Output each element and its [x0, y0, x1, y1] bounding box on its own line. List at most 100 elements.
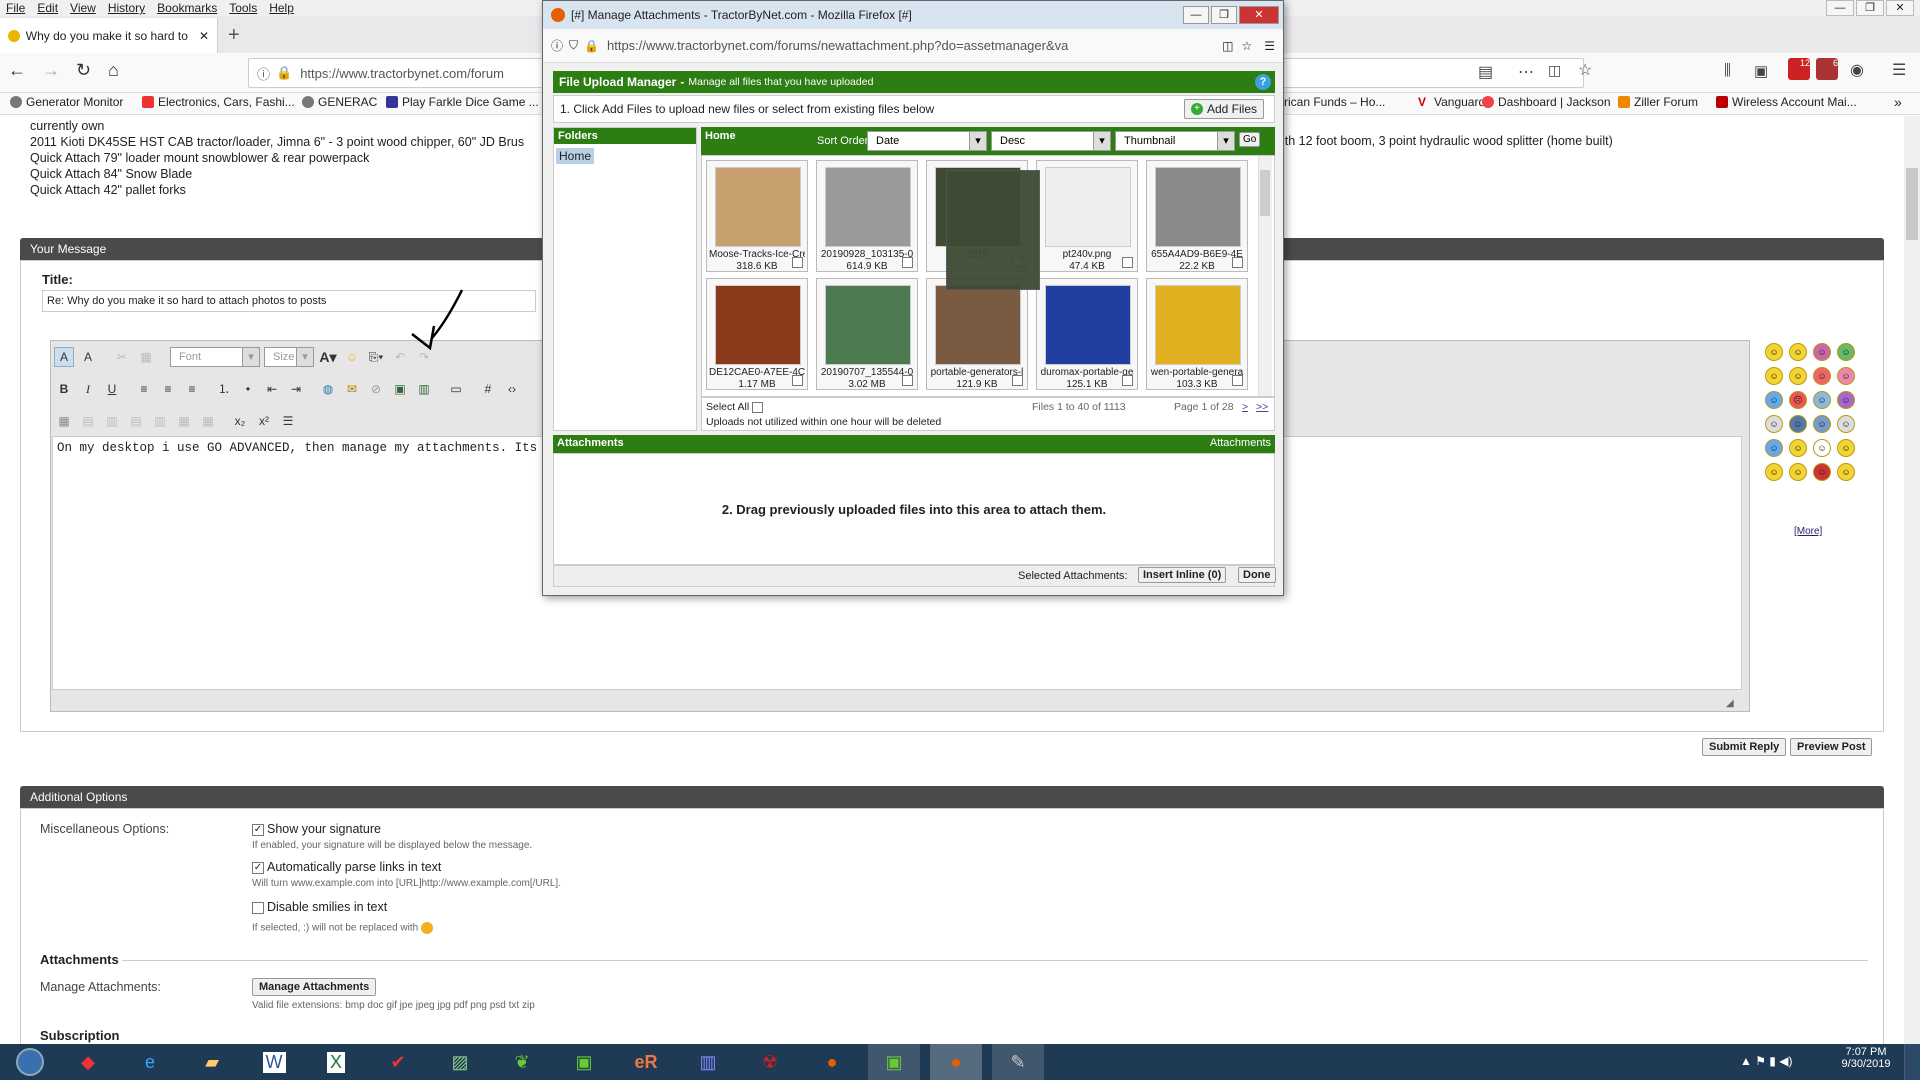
parse-links-checkbox[interactable]: ✓: [252, 861, 264, 874]
video-icon[interactable]: ▥: [414, 379, 434, 399]
sort-direction-select[interactable]: Desc: [991, 131, 1111, 151]
ordered-list-icon[interactable]: ⒈: [214, 379, 234, 399]
smiley-icon[interactable]: ☺: [1837, 439, 1855, 457]
bookmark-generator-monitor[interactable]: Generator Monitor: [10, 95, 123, 109]
more-smilies-link[interactable]: [More]: [1794, 526, 1822, 537]
app-green-icon[interactable]: ▣: [558, 1044, 610, 1080]
pocket-icon[interactable]: ◫: [1548, 62, 1561, 79]
table-del-row-icon[interactable]: ▤: [126, 411, 146, 431]
forward-icon[interactable]: →: [42, 60, 60, 81]
file-thumb[interactable]: pt240v.png 47.4 KB: [1036, 160, 1138, 272]
pizza-app-icon[interactable]: ◆: [62, 1044, 114, 1080]
bookmark-wireless[interactable]: Wireless Account Mai...: [1716, 95, 1857, 109]
firefox-active-taskbar-icon[interactable]: ●: [930, 1044, 982, 1080]
smiley-icon[interactable]: ☺: [1789, 415, 1807, 433]
bookmark-vanguard[interactable]: V Vanguard: [1418, 95, 1485, 109]
bookmark-farkle[interactable]: Play Farkle Dice Game ...: [386, 95, 539, 109]
help-icon[interactable]: ?: [1255, 74, 1271, 90]
insert-inline-button[interactable]: Insert Inline (0): [1138, 567, 1227, 583]
file-thumb[interactable]: portable-generators-l 121.9 KB: [926, 278, 1028, 390]
smiley-icon[interactable]: ☺: [1789, 463, 1807, 481]
menu-view[interactable]: View: [64, 0, 102, 15]
excel-icon[interactable]: X: [310, 1044, 362, 1080]
parse-links-option[interactable]: ✓ Automatically parse links in text: [252, 860, 441, 874]
popup-close-button[interactable]: ✕: [1239, 6, 1279, 24]
smiley-icon[interactable]: ☺: [1813, 415, 1831, 433]
minimize-button[interactable]: —: [1826, 0, 1854, 16]
app-check-icon[interactable]: ✔: [372, 1044, 424, 1080]
file-thumb[interactable]: 20190928_103135-0 614.9 KB: [816, 160, 918, 272]
go-button[interactable]: Go: [1239, 132, 1261, 147]
smiley-icon[interactable]: ☹: [1789, 391, 1807, 409]
last-page-link[interactable]: >>: [1256, 401, 1268, 413]
bookmarks-overflow-icon[interactable]: »: [1894, 94, 1902, 110]
paint-app-icon[interactable]: ✎: [992, 1044, 1044, 1080]
file-checkbox[interactable]: [1232, 375, 1243, 386]
table-split-icon[interactable]: ▦: [198, 411, 218, 431]
smiley-icon[interactable]: ☺: [1765, 439, 1783, 457]
menu-file[interactable]: File: [0, 0, 31, 15]
show-desktop-button[interactable]: [1904, 1044, 1920, 1080]
maximize-button[interactable]: ❐: [1856, 0, 1884, 16]
addon-badge-icon[interactable]: 12: [1788, 58, 1810, 80]
smiley-icon[interactable]: ☺: [1813, 463, 1831, 481]
menu-help[interactable]: Help: [263, 0, 300, 15]
file-checkbox[interactable]: [792, 375, 803, 386]
smiley-icon[interactable]: ☺: [1765, 463, 1783, 481]
folder-home[interactable]: Home: [556, 148, 595, 164]
close-button[interactable]: ✕: [1886, 0, 1914, 16]
table-merge-icon[interactable]: ▦: [174, 411, 194, 431]
file-checkbox[interactable]: [1122, 257, 1133, 268]
select-all-checkbox[interactable]: [752, 401, 764, 413]
smiley-icon[interactable]: ☺: [1813, 367, 1831, 385]
bookmark-ziller[interactable]: Ziller Forum: [1618, 95, 1698, 109]
file-checkbox[interactable]: [1122, 375, 1133, 386]
superscript-icon[interactable]: x²: [254, 411, 274, 431]
table-del-col-icon[interactable]: ▥: [150, 411, 170, 431]
back-icon[interactable]: ←: [8, 60, 26, 81]
table-icon[interactable]: ▦: [54, 411, 74, 431]
menu-history[interactable]: History: [102, 0, 151, 15]
unordered-list-icon[interactable]: •: [238, 379, 258, 399]
table-row-icon[interactable]: ▤: [78, 411, 98, 431]
attachment-clip-icon[interactable]: ⎘▾: [366, 347, 386, 367]
page-scrollbar-thumb[interactable]: [1906, 168, 1918, 240]
reader-icon[interactable]: ▤: [1478, 62, 1493, 82]
bookmark-star-icon[interactable]: ☆: [1578, 60, 1592, 80]
smiley-icon[interactable]: ☺: [1837, 463, 1855, 481]
disable-smilies-option[interactable]: Disable smilies in text: [252, 900, 387, 914]
horizontal-rule-icon[interactable]: ☰: [278, 411, 298, 431]
smiley-icon[interactable]: ☺: [1765, 367, 1783, 385]
bookmark-generac[interactable]: GENERAC: [302, 95, 377, 109]
code-hash-icon[interactable]: #: [478, 379, 498, 399]
next-page-link[interactable]: >: [1242, 401, 1248, 413]
underline-icon[interactable]: U: [102, 379, 122, 399]
app-leaf-icon[interactable]: ❦: [496, 1044, 548, 1080]
paste-icon[interactable]: ▦: [136, 347, 156, 367]
smiley-icon[interactable]: ☺: [1837, 367, 1855, 385]
browser-tab[interactable]: Why do you make it so hard to ✕: [0, 18, 218, 53]
file-checkbox[interactable]: [1232, 257, 1243, 268]
indent-icon[interactable]: ⇥: [286, 379, 306, 399]
bold-icon[interactable]: B: [54, 379, 74, 399]
unlink-icon[interactable]: ⊘: [366, 379, 386, 399]
new-tab-icon[interactable]: +: [228, 24, 240, 47]
quote-icon[interactable]: ▭: [446, 379, 466, 399]
adblock-badge-icon[interactable]: 6: [1816, 58, 1838, 80]
page-actions-icon[interactable]: ⋯: [1518, 62, 1534, 82]
file-thumb[interactable]: wen-portable-genera 103.3 KB: [1146, 278, 1248, 390]
info-icon[interactable]: ⓘ: [257, 64, 270, 83]
cut-icon[interactable]: ✂: [112, 347, 132, 367]
text-color-icon[interactable]: A▾: [318, 347, 338, 367]
smiley-icon[interactable]: ☺: [1765, 343, 1783, 361]
bookmark-star-icon[interactable]: ☆: [1241, 39, 1252, 53]
popup-maximize-button[interactable]: ❐: [1211, 6, 1237, 24]
library-icon[interactable]: ⫼: [1724, 62, 1731, 79]
bookmark-american-funds[interactable]: rican Funds – Ho...: [1284, 95, 1385, 109]
attachments-drop-area[interactable]: 2. Drag previously uploaded files into t…: [553, 453, 1275, 565]
font-select[interactable]: Font: [170, 347, 260, 367]
align-right-icon[interactable]: ≡: [182, 379, 202, 399]
manage-attachments-button[interactable]: Manage Attachments: [252, 978, 377, 996]
subscript-icon[interactable]: x₂: [230, 411, 250, 431]
file-thumb[interactable]: 20190707_135544-0 3.02 MB: [816, 278, 918, 390]
